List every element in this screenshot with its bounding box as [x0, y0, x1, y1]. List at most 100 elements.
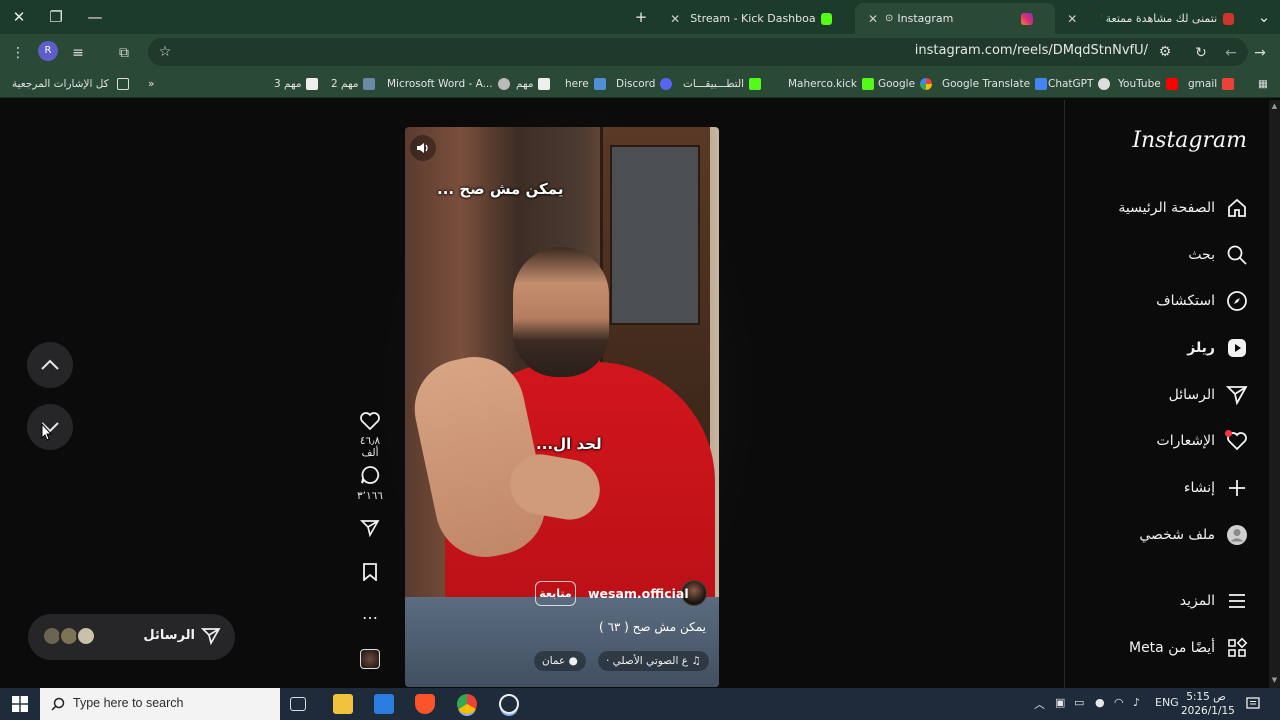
bookmark-item[interactable]: مهم 2 [331, 76, 376, 92]
window-maximize-button[interactable]: ❐ [44, 6, 68, 28]
reel-description[interactable]: يمكن مش صح ( ٦٣ ) [599, 620, 706, 634]
notifications-icon[interactable] [1246, 697, 1260, 711]
bookmark-item[interactable]: ChatGPT [1048, 76, 1111, 92]
bookmark-item[interactable]: مهم 3 [274, 76, 319, 92]
bookmark-label: مهم 3 [274, 78, 302, 90]
site-settings-icon[interactable]: ⚙ [1154, 41, 1176, 63]
all-bookmarks-button[interactable]: كل الإشارات المرجعية [12, 76, 129, 92]
nav-search[interactable]: بحث [1188, 241, 1249, 269]
mute-button[interactable] [410, 135, 436, 161]
comment-button[interactable]: ٣٬١٦٦ [350, 465, 390, 502]
task-view-icon[interactable] [290, 697, 306, 711]
audio-chip[interactable]: ♫ ع الصوتي الأصلي · [598, 651, 709, 671]
bookmark-item[interactable]: Microsoft Word - A... [387, 76, 510, 92]
gmail-icon [1222, 78, 1235, 90]
nav-also-from-meta[interactable]: أيضًا من Meta [1129, 634, 1249, 662]
nav-label: الإشعارات [1156, 433, 1215, 449]
input-language[interactable]: ENG [1155, 696, 1179, 709]
scroll-down-arrow-icon[interactable]: ▼ [1270, 676, 1279, 686]
save-button[interactable] [350, 563, 390, 585]
bookmark-item[interactable]: Google Translate [942, 76, 1048, 92]
reel-username[interactable]: wesam.official [588, 586, 689, 601]
search-icon [51, 697, 65, 711]
microphone-icon[interactable]: ● [1095, 696, 1105, 709]
tab-close-icon[interactable]: ✕ [668, 12, 682, 26]
bookmark-item[interactable]: here [565, 76, 606, 92]
reload-icon[interactable]: ↻ [1190, 42, 1212, 64]
window-minimize-button[interactable]: — [83, 6, 107, 28]
kick-icon [749, 78, 762, 90]
window-close-button[interactable]: ✕ [7, 6, 31, 28]
instagram-logo[interactable]: Instagram [1132, 128, 1247, 153]
bookmarks-overflow-button[interactable]: » [148, 76, 154, 92]
forward-icon[interactable]: ← [1220, 42, 1242, 64]
tab-close-icon[interactable]: ✕ [865, 12, 881, 26]
location-label: عمان [542, 655, 566, 667]
location-chip[interactable]: ● عمان [534, 651, 586, 671]
bookmark-item[interactable]: Maherco.kick [788, 76, 874, 92]
likes-count: ٤٦٫٨ ألف [359, 435, 381, 459]
taskbar-search-box[interactable]: Type here to search [40, 688, 280, 720]
share-button[interactable] [350, 519, 390, 541]
nav-notifications[interactable]: الإشعارات [1157, 427, 1249, 455]
show-hidden-icons-icon[interactable]: ︿ [1034, 696, 1045, 712]
windows-start-icon[interactable] [12, 696, 28, 712]
microsoft-store-icon[interactable] [374, 694, 394, 714]
url-text[interactable]: instagram.com/reels/DMqdStnNvfU/ [915, 43, 1148, 58]
tab-title: نتمنى لك مشاهدة ممتعة ❤️ [1101, 12, 1218, 25]
taskbar-clock[interactable]: 5:15 ص 2026/1/15 [1181, 690, 1235, 718]
bookmark-item[interactable]: Discord [616, 76, 673, 92]
brave-browser-icon[interactable] [415, 694, 435, 714]
like-button[interactable]: ٤٦٫٨ ألف [350, 412, 390, 459]
tray-app-icon[interactable]: ▣ [1055, 696, 1065, 709]
nav-more[interactable]: المزيد [1180, 587, 1249, 615]
previous-reel-button[interactable] [27, 342, 73, 388]
bookmark-label: التطـــبيقـــات [683, 78, 745, 90]
bookmark-label: مهم 2 [331, 78, 359, 90]
new-tab-button[interactable]: + [629, 6, 653, 28]
instagram-favicon-icon [1021, 12, 1034, 25]
chrome-icon[interactable] [457, 694, 477, 714]
file-explorer-icon[interactable] [333, 694, 353, 714]
nav-reels[interactable]: ريلز [1187, 334, 1249, 362]
discord-icon [660, 78, 673, 90]
wifi-icon[interactable]: ◠ [1114, 696, 1124, 709]
bookmark-item[interactable]: Google [878, 76, 933, 92]
nav-profile[interactable]: ملف شخصي [1139, 521, 1249, 549]
battery-icon[interactable]: ▭ [1074, 696, 1084, 709]
tab-close-icon[interactable]: ✕ [1065, 12, 1079, 26]
apps-grid-icon[interactable]: ▦ [1258, 76, 1268, 92]
clock-date: 2026/1/15 [1181, 705, 1235, 717]
bookmark-item[interactable]: التطـــبيقـــات [683, 76, 762, 92]
extensions-icon[interactable]: ⧉ [113, 42, 135, 64]
nav-explore[interactable]: استكشاف [1156, 287, 1249, 315]
bookmark-item[interactable]: مهم [516, 76, 551, 92]
tab-groups-icon[interactable]: ≡ [67, 42, 89, 64]
nav-create[interactable]: إنشاء [1184, 474, 1249, 502]
nav-home[interactable]: الصفحة الرئيسية [1118, 194, 1249, 222]
tab-search-button[interactable]: ⌄ [1252, 6, 1276, 28]
scroll-up-arrow-icon[interactable]: ▲ [1270, 102, 1279, 112]
profile-avatar[interactable]: R [38, 41, 58, 61]
tab-youtube-video[interactable]: ✕ نتمنى لك مشاهدة ممتعة ❤️ [1055, 3, 1250, 34]
nav-messages[interactable]: الرسائل [1169, 381, 1249, 409]
back-icon[interactable]: → [1249, 42, 1271, 64]
bookmark-item[interactable]: YouTube [1118, 76, 1178, 92]
tab-instagram[interactable]: ✕ ⊙ Instagram [855, 3, 1055, 34]
browser-menu-icon[interactable]: ⋮ [7, 42, 29, 64]
audio-thumbnail[interactable] [360, 649, 380, 669]
volume-icon[interactable]: ♪ [1133, 696, 1140, 709]
messages-pill[interactable]: الرسائل [28, 614, 235, 660]
nav-label: بحث [1188, 247, 1215, 263]
bookmark-star-icon[interactable]: ☆ [154, 41, 176, 63]
page-scrollbar[interactable]: ▲ ▼ [1269, 100, 1280, 688]
bookmark-item[interactable]: gmail [1188, 76, 1235, 92]
obs-studio-icon[interactable] [499, 694, 519, 714]
tab-kick-dashboard[interactable]: ✕ Stream - Kick Dashboard [658, 3, 848, 34]
nav-label: إنشاء [1183, 480, 1215, 496]
follow-button[interactable]: متابعة [535, 581, 576, 606]
meta-apps-icon [1225, 636, 1249, 660]
nav-label: استكشاف [1156, 293, 1215, 309]
more-options-button[interactable]: … [350, 604, 390, 623]
send-icon [359, 520, 380, 538]
